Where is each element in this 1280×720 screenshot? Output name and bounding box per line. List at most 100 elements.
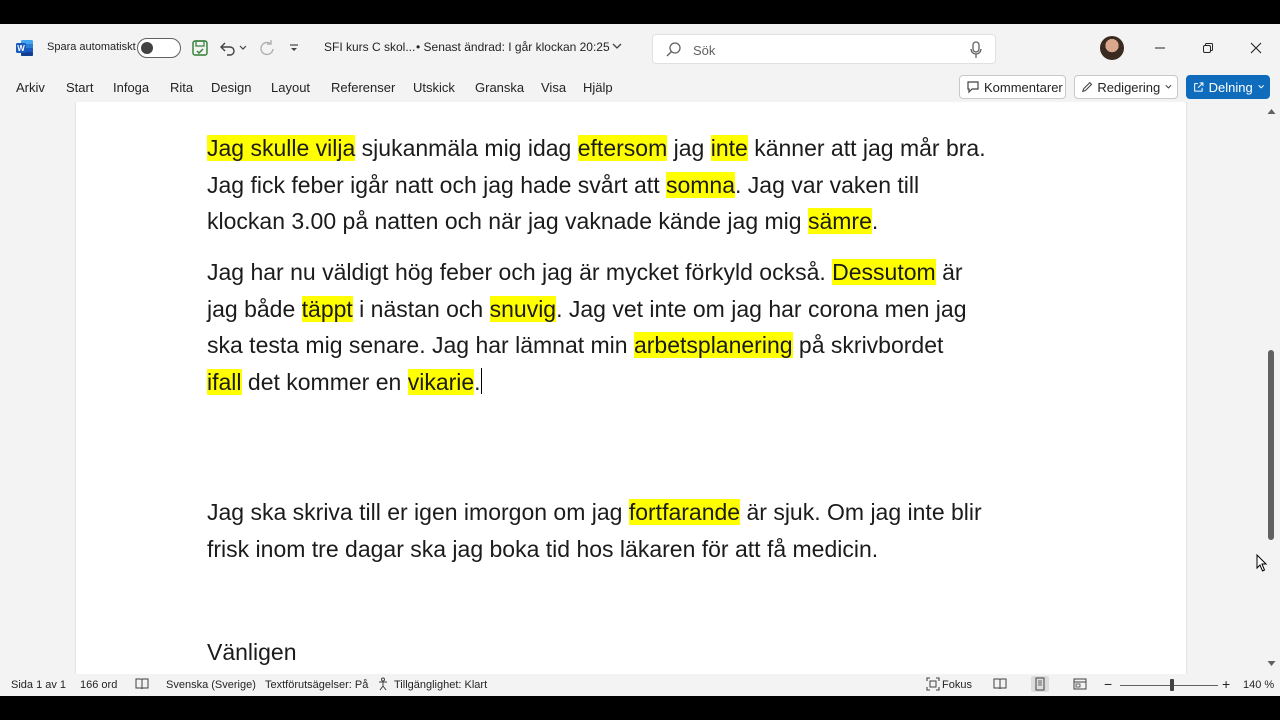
text-run: Jag fick feber igår natt och jag hade sv… [207, 171, 666, 198]
save-icon[interactable] [190, 38, 210, 58]
text-run: är sjuk. Om jag inte blir [740, 499, 982, 525]
tab-design[interactable]: Design [211, 80, 251, 95]
highlighted-word: ifall [207, 368, 242, 395]
zoom-in-icon[interactable]: + [1222, 676, 1230, 692]
tab-start[interactable]: Start [66, 80, 93, 95]
document-page[interactable]: Jag skulle vilja sjukanmäla mig idag eft… [75, 102, 1187, 674]
status-bar: Sida 1 av 1 166 ord Svenska (Sverige) Te… [0, 674, 1280, 696]
tab-hjalp[interactable]: Hjälp [583, 80, 613, 95]
web-layout-icon[interactable] [1073, 677, 1087, 691]
paragraph-3[interactable]: Jag ska skriva till er igen imorgon om j… [207, 494, 982, 567]
close-icon[interactable] [1244, 36, 1268, 60]
focus-icon[interactable] [926, 677, 940, 691]
tab-referenser[interactable]: Referenser [331, 80, 395, 95]
page-count[interactable]: Sida 1 av 1 [11, 679, 66, 691]
print-layout-icon[interactable] [1031, 676, 1049, 692]
comments-label: Kommentarer [984, 79, 1063, 95]
title-bar: W Spara automatiskt SFI kurs C skol... •… [0, 24, 1280, 72]
undo-dropdown-chevron-icon[interactable] [236, 38, 250, 58]
text-run: Jag ska skriva till er igen imorgon om j… [207, 499, 629, 525]
redo-icon[interactable] [256, 38, 276, 58]
tab-granska[interactable]: Granska [475, 80, 524, 95]
comments-button[interactable]: Kommentarer [959, 75, 1066, 99]
microphone-icon[interactable] [969, 41, 983, 59]
autosave-toggle[interactable] [137, 38, 181, 58]
scrollbar-thumb[interactable] [1268, 350, 1274, 540]
paragraph-line: Jag skulle vilja sjukanmäla mig idag eft… [207, 130, 986, 167]
text-run: sjukanmäla mig idag [355, 135, 578, 161]
text-run: . [871, 208, 879, 234]
spelling-check-icon[interactable] [135, 677, 149, 691]
focus-label[interactable]: Fokus [942, 679, 972, 691]
zoom-slider[interactable] [1120, 685, 1218, 686]
customize-toolbar-icon[interactable] [286, 38, 302, 58]
share-label: Delning [1208, 79, 1253, 95]
text-cursor [480, 367, 482, 394]
search-box[interactable]: Sök [652, 34, 996, 64]
tab-infoga[interactable]: Infoga [113, 80, 149, 95]
undo-icon[interactable] [218, 38, 238, 58]
text-run: är [935, 259, 963, 285]
highlighted-word: somna [665, 171, 736, 198]
word-logo-icon: W [16, 40, 33, 56]
paragraph-line: frisk inom tre dagar ska jag boka tid ho… [207, 535, 879, 562]
restore-icon[interactable] [1196, 36, 1220, 60]
mouse-pointer-icon [1256, 554, 1268, 572]
zoom-level[interactable]: 140 % [1243, 679, 1274, 691]
accessibility-icon[interactable] [377, 677, 391, 691]
chevron-down-icon [1258, 84, 1264, 89]
highlighted-word: eftersom [577, 135, 668, 161]
minimize-icon[interactable] [1148, 36, 1172, 60]
scroll-up-icon[interactable] [1267, 108, 1276, 115]
toggle-knob [141, 42, 153, 54]
pencil-icon [1081, 81, 1093, 93]
vertical-scrollbar[interactable] [1263, 102, 1280, 674]
text-run: Jag har nu väldigt hög feber och jag är … [207, 259, 833, 285]
text-run: jag både [207, 295, 302, 322]
user-avatar[interactable] [1100, 36, 1124, 60]
paragraph-line: klockan 3.00 på natten och när jag vakna… [207, 203, 986, 240]
tab-rita[interactable]: Rita [170, 80, 193, 95]
text-run: i nästan och [352, 295, 490, 322]
text-run: det kommer en [241, 368, 408, 395]
highlighted-word: vikarie [407, 368, 475, 395]
highlighted-word: sämre [807, 208, 872, 234]
read-mode-icon[interactable] [993, 677, 1007, 691]
text-run: känner att jag mår bra. [747, 135, 986, 161]
autosave-label: Spara automatiskt [47, 41, 136, 53]
document-status[interactable]: • Senast ändrad: I går klockan 20:25 [416, 40, 610, 54]
scroll-down-icon[interactable] [1267, 660, 1276, 667]
search-placeholder: Sök [693, 43, 716, 58]
highlighted-word: snuvig [489, 295, 557, 322]
tab-layout[interactable]: Layout [271, 80, 310, 95]
editing-mode-button[interactable]: Redigering [1074, 75, 1178, 99]
language-status[interactable]: Svenska (Sverige) [166, 679, 256, 691]
word-count[interactable]: 166 ord [80, 679, 117, 691]
word-window: W Spara automatiskt SFI kurs C skol... •… [0, 24, 1280, 696]
highlighted-word: Dessutom [832, 259, 936, 285]
tab-utskick[interactable]: Utskick [413, 80, 455, 95]
text-run: på skrivbordet [792, 332, 944, 358]
text-run: . Jag vet inte om jag har corona men jag [556, 295, 967, 322]
paragraph-1[interactable]: Jag skulle vilja sjukanmäla mig idag eft… [207, 130, 986, 240]
highlighted-word: inte [710, 135, 748, 161]
svg-text:W: W [17, 44, 25, 53]
tab-arkiv[interactable]: Arkiv [16, 80, 45, 95]
highlighted-word: Jag skulle vilja [207, 135, 356, 161]
text-run: ska testa mig senare. Jag har lämnat min [207, 332, 634, 358]
text-predictions-status[interactable]: Textförutsägelser: På [265, 679, 368, 691]
tab-visa[interactable]: Visa [541, 80, 566, 95]
zoom-slider-thumb[interactable] [1170, 679, 1174, 691]
paragraph-2[interactable]: Jag har nu väldigt hög feber och jag är … [207, 254, 967, 400]
comment-icon [967, 81, 979, 94]
share-button[interactable]: Delning [1186, 75, 1270, 99]
accessibility-status[interactable]: Tillgänglighet: Klart [394, 679, 487, 691]
text-run: klockan 3.00 på natten och när jag vakna… [207, 208, 808, 234]
closing-line[interactable]: Vänligen [207, 634, 297, 671]
zoom-out-icon[interactable]: − [1104, 676, 1112, 692]
chevron-down-icon[interactable] [611, 41, 623, 51]
document-title[interactable]: SFI kurs C skol... [324, 40, 415, 54]
highlighted-word: arbetsplanering [633, 332, 793, 358]
ribbon-tabs: Arkiv Start Infoga Rita Design Layout Re… [0, 72, 1280, 102]
highlighted-word: täppt [301, 295, 353, 322]
